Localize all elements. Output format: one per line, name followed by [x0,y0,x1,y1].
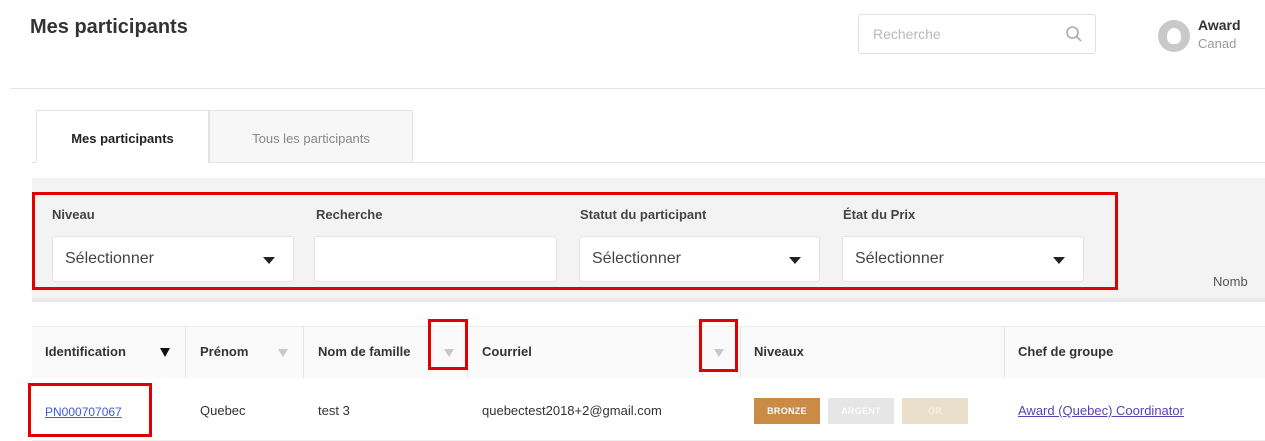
column-header-niveaux[interactable]: Niveaux [754,344,804,359]
user-name[interactable]: Award [1198,17,1241,33]
filter-icon[interactable] [278,349,288,357]
header-divider [10,88,1265,89]
search-input[interactable] [871,25,1055,43]
header-search[interactable] [858,14,1096,54]
column-header-courriel[interactable]: Courriel [482,344,532,359]
search-icon[interactable] [1065,25,1083,48]
courriel-filter-highlight [699,319,738,372]
page-title: Mes participants [30,16,188,38]
badge-bronze: BRONZE [754,398,820,424]
filter-highlight-box [32,192,1118,290]
user-icon [1167,28,1181,44]
id-highlight [28,383,152,437]
results-count-label: Nomb [1213,274,1248,289]
cell-chef[interactable]: Award (Quebec) Coordinator [1018,403,1184,418]
badge-or: OR [902,398,968,424]
column-header-nom[interactable]: Nom de famille [318,344,410,359]
tab-tous-les-participants[interactable]: Tous les participants [209,110,413,163]
column-header-chef[interactable]: Chef de groupe [1018,344,1113,359]
cell-nom: test 3 [318,403,350,418]
tab-mes-participants[interactable]: Mes participants [36,110,209,163]
column-header-prenom[interactable]: Prénom [200,344,248,359]
column-header-identification[interactable]: Identification [45,344,126,359]
cell-courriel: quebectest2018+2@gmail.com [482,403,662,418]
chef-link[interactable]: Award (Quebec) Coordinator [1018,403,1184,418]
badge-argent: ARGENT [828,398,894,424]
avatar[interactable] [1158,20,1190,52]
sort-icon[interactable] [160,348,170,357]
nom-filter-highlight [428,319,468,370]
user-subtitle: Canad [1198,36,1237,51]
cell-prenom: Quebec [200,403,246,418]
